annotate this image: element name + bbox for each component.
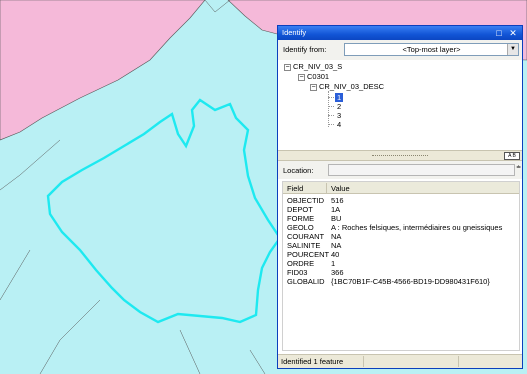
splitter-grip[interactable] [372, 155, 428, 156]
identify-from-dropdown[interactable]: <Top-most layer> ▼ [344, 43, 519, 56]
close-button[interactable]: ✕ [508, 28, 518, 38]
table-row[interactable]: GEOLO A : Roches felsiques, intermédiaire… [283, 223, 519, 232]
tree-item-label: 2 [337, 102, 342, 111]
status-pane [363, 356, 459, 367]
field-value: 1 [331, 259, 336, 268]
field-value: A : Roches felsiques, intermédiaires ou … [331, 223, 503, 232]
window-title: Identify [282, 28, 307, 37]
tree-node-label: C0301 [307, 72, 330, 81]
tree-item-3[interactable]: 3 [337, 111, 341, 120]
tree-node-label: CR_NIV_03_S [293, 62, 343, 71]
table-row[interactable]: SALINITE NA [283, 241, 519, 250]
table-row[interactable]: ORDRE 1 [283, 259, 519, 268]
field-name: OBJECTID [287, 196, 325, 205]
tree-connector-h [328, 106, 334, 107]
field-name: DEPOT [287, 205, 313, 214]
field-value: BU [331, 214, 342, 223]
field-name: ORDRE [287, 259, 315, 268]
tree-node-root[interactable]: − CR_NIV_03_S [284, 62, 342, 71]
collapse-icon[interactable]: − [310, 83, 317, 91]
collapse-icon[interactable]: − [298, 73, 305, 81]
tree-item-label: 4 [337, 120, 342, 129]
field-name: GLOBALID [287, 277, 325, 286]
status-bar: Identified 1 feature [278, 354, 522, 368]
table-row[interactable]: DEPOT 1A [283, 205, 519, 214]
tree-node-child[interactable]: − C0301 [298, 72, 329, 81]
collapse-icon[interactable]: − [284, 63, 291, 71]
pane-splitter[interactable]: A B [278, 150, 522, 161]
table-row[interactable]: FORME BU [283, 214, 519, 223]
title-bar[interactable]: Identify □ ✕ [278, 26, 522, 40]
location-row: Location: ≐ [278, 161, 522, 179]
field-name: POURCENT [287, 250, 330, 259]
identify-from-label: Identify from: [283, 45, 327, 54]
field-value: 40 [331, 250, 340, 259]
field-name: GEOLO [287, 223, 314, 232]
table-header: Field Value [283, 182, 519, 194]
location-field[interactable] [328, 164, 515, 176]
tree-item-label: 1 [335, 93, 344, 102]
tree-connector-h [328, 124, 334, 125]
identify-from-row: Identify from: <Top-most layer> ▼ [278, 40, 522, 60]
restore-button[interactable]: □ [494, 28, 504, 38]
column-header-value[interactable]: Value [331, 184, 350, 193]
attribute-table[interactable]: Field Value OBJECTID 516 DEPOT 1A FORME BU GEO… [282, 181, 520, 351]
table-row[interactable]: COURANT NA [283, 232, 519, 241]
table-row[interactable]: FID03 366 [283, 268, 519, 277]
field-name: COURANT [287, 232, 325, 241]
location-units-icon[interactable]: ≐ [516, 164, 521, 171]
table-row[interactable]: POURCENT 40 [283, 250, 519, 259]
field-value: 366 [331, 268, 344, 277]
field-value: 1A [331, 205, 341, 214]
tree-node-layer[interactable]: − CR_NIV_03_DESC [310, 82, 384, 91]
status-text: Identified 1 feature [281, 357, 344, 366]
field-value: 516 [331, 196, 344, 205]
tree-item-label: 3 [337, 111, 342, 120]
identify-window[interactable]: Identify □ ✕ Identify from: <Top-most la… [277, 25, 523, 369]
field-value: NA [331, 232, 342, 241]
location-label: Location: [283, 166, 314, 175]
table-row[interactable]: GLOBALID {1BC70B1F-C45B-4566-BD19-DD98043… [283, 277, 519, 286]
tree-node-label: CR_NIV_03_DESC [319, 82, 385, 91]
table-row[interactable]: OBJECTID 516 [283, 196, 519, 205]
tree-connector-h [328, 97, 334, 98]
field-name: FORME [287, 214, 315, 223]
identify-from-value: <Top-most layer> [402, 45, 461, 54]
tree-item-4[interactable]: 4 [337, 120, 341, 129]
chevron-down-icon[interactable]: ▼ [507, 44, 518, 55]
tree-item-2[interactable]: 2 [337, 102, 341, 111]
field-value: NA [331, 241, 342, 250]
field-name: FID03 [287, 268, 308, 277]
results-tree[interactable]: − CR_NIV_03_S − C0301 − CR_NIV_03_DESC 1 2 … [278, 60, 522, 150]
field-value: {1BC70B1F-C45B-4566-BD19-DD980431F610} [331, 277, 490, 286]
column-header-field[interactable]: Field [287, 184, 303, 193]
ab-toggle-button[interactable]: A B [504, 152, 520, 160]
field-name: SALINITE [287, 241, 321, 250]
column-divider[interactable] [326, 183, 327, 193]
tree-item-1[interactable]: 1 [335, 93, 344, 102]
tree-connector-h [328, 115, 334, 116]
